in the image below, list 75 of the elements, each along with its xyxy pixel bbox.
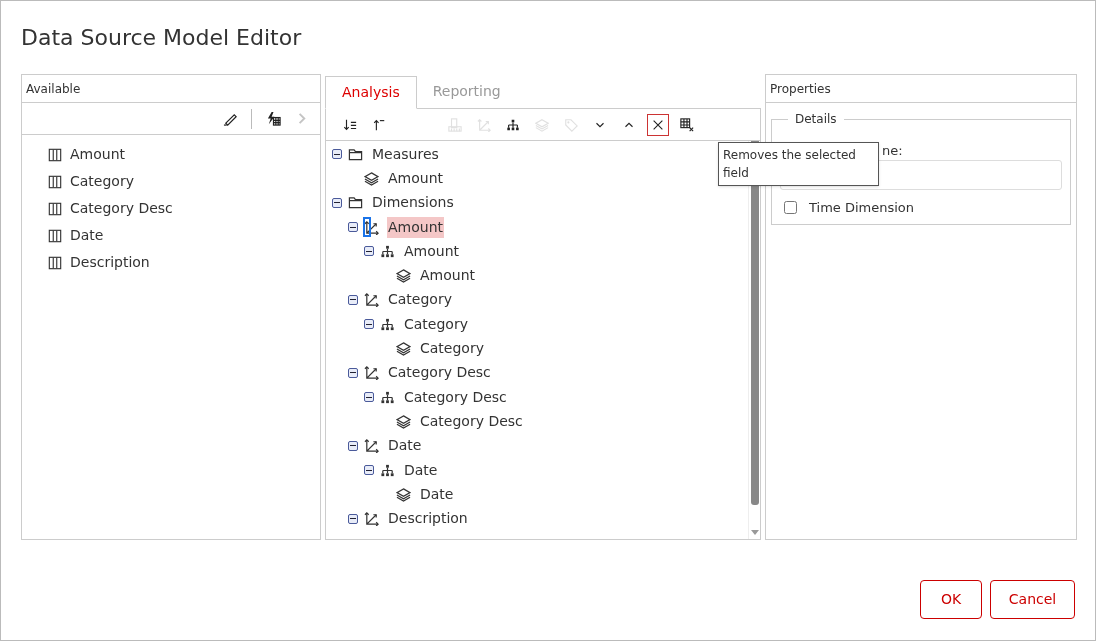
column-icon [48, 255, 62, 270]
tree-item[interactable]: Date [419, 483, 455, 505]
pencil-icon [222, 111, 238, 126]
collapse-toggle[interactable] [348, 440, 358, 451]
axes-icon [477, 117, 491, 132]
collapse-toggle[interactable] [332, 197, 342, 208]
collapse-toggle[interactable] [332, 149, 342, 160]
tree-item[interactable]: Category Desc [419, 410, 524, 432]
panel-title: Available [26, 80, 81, 98]
collapse-toggle[interactable] [348, 367, 358, 378]
sort-down-icon [343, 117, 357, 132]
axes-icon [364, 219, 379, 235]
hierarchy-icon [380, 243, 395, 259]
tree-item[interactable]: Date [403, 459, 439, 481]
collapse-toggle[interactable] [364, 392, 374, 403]
collapse-toggle[interactable] [364, 319, 374, 330]
window-title: Data Source Model Editor [21, 24, 302, 52]
field-item[interactable]: Date [70, 225, 104, 246]
column-icon [48, 201, 62, 216]
checkbox-label: Time Dimension [809, 199, 915, 217]
sort-up-icon [372, 117, 386, 132]
hierarchy-icon [380, 316, 395, 332]
collapse-toggle[interactable] [364, 465, 374, 475]
tree-item[interactable]: Amount [387, 167, 444, 189]
ruler-icon [448, 117, 462, 132]
tree-item[interactable]: Category Desc [403, 386, 508, 408]
tree-item[interactable]: Category [387, 289, 453, 311]
tab[interactable]: Analysis [325, 76, 417, 109]
axes-icon [364, 292, 379, 308]
field-item[interactable]: Category Desc [70, 198, 173, 219]
field-item[interactable]: Amount [70, 144, 125, 165]
ok-button[interactable]: OK [920, 580, 982, 619]
checkbox[interactable] [784, 201, 797, 215]
tree-item[interactable]: Date [387, 435, 423, 457]
column-icon [48, 147, 62, 162]
tree-item[interactable]: Measures [371, 143, 440, 165]
collapse-toggle[interactable] [364, 246, 374, 257]
folder-icon [348, 146, 363, 162]
layers-icon [364, 170, 379, 186]
layers-icon [396, 268, 411, 284]
collapse-toggle[interactable] [348, 513, 358, 524]
folder-icon [348, 195, 363, 211]
hierarchy-icon [380, 389, 395, 405]
field-label: ne: [882, 143, 903, 158]
remove-button[interactable] [647, 113, 669, 136]
field-item[interactable]: Category [70, 171, 134, 192]
tree-item[interactable]: Amount [387, 216, 444, 238]
tree-item[interactable]: Amount [419, 265, 476, 287]
axes-icon [364, 511, 379, 527]
tree-item[interactable]: Category [419, 338, 485, 359]
tree-item[interactable]: Dimensions [371, 192, 455, 214]
collapse-toggle[interactable] [348, 294, 358, 305]
axes-icon [364, 365, 379, 381]
tree-item[interactable]: Amount [403, 240, 460, 262]
field-item[interactable]: Description [70, 252, 150, 273]
tree-item[interactable]: Category [403, 313, 469, 335]
tooltip: Removes the selected field [718, 142, 879, 186]
table-remove-icon [680, 117, 694, 132]
panel-title: Properties [770, 80, 831, 98]
layers-icon [535, 117, 549, 132]
layers-icon [396, 413, 411, 429]
axes-icon [364, 438, 379, 454]
tree-item[interactable]: Description [387, 508, 469, 530]
tag-icon [564, 117, 578, 132]
lightning-table-icon [265, 111, 281, 126]
hierarchy-icon [506, 117, 520, 132]
hierarchy-icon [380, 462, 395, 478]
cancel-button[interactable]: Cancel [990, 580, 1075, 619]
collapse-toggle[interactable] [348, 222, 358, 233]
column-icon [48, 228, 62, 243]
layers-icon [396, 486, 411, 502]
column-icon [48, 174, 62, 189]
layers-icon [396, 341, 411, 356]
tree-item[interactable]: Category Desc [387, 362, 492, 384]
focus-indicator [363, 216, 371, 237]
